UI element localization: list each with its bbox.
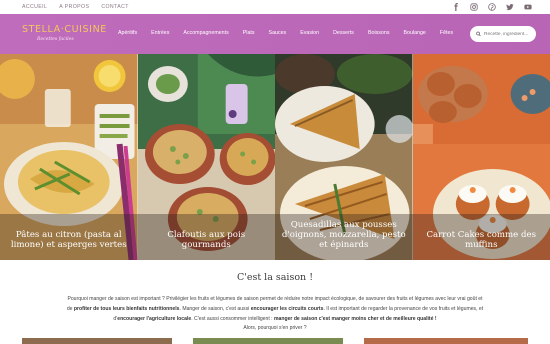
menu-item-evasion[interactable]: Evasion <box>300 30 319 36</box>
main-navigation: STELLA·CUISINE Recettes faciles Apéritif… <box>0 14 550 54</box>
search-box[interactable] <box>470 26 536 42</box>
site-logo[interactable]: STELLA·CUISINE Recettes faciles <box>22 24 107 42</box>
menu-item-entrees[interactable]: Entrées <box>151 30 169 36</box>
saison-paragraph-4: Alors, pourquoi s'en priver ? <box>243 325 307 331</box>
saison-paragraph-1: Pourquoi manger de saison est important … <box>67 296 483 302</box>
menu-item-boulange[interactable]: Boulange <box>403 30 425 36</box>
twitter-icon[interactable] <box>506 3 514 11</box>
main-menu: Apéritifs Entrées Accompagnements Plats … <box>118 30 467 36</box>
instagram-icon[interactable] <box>470 3 478 11</box>
top-utility-bar: ACCUEIL A PROPOS CONTACT <box>0 0 550 14</box>
recipe-card-title: Carrot Cakes comme des muffins <box>426 230 536 250</box>
top-link-contact[interactable]: CONTACT <box>101 4 129 10</box>
logo-subtitle: Recettes faciles <box>37 37 74 42</box>
search-icon <box>476 31 481 37</box>
social-links <box>452 3 532 11</box>
logo-title: STELLA·CUISINE <box>22 24 107 35</box>
season-image-1[interactable] <box>22 338 172 344</box>
menu-item-desserts[interactable]: Desserts <box>333 30 354 36</box>
season-image-3[interactable] <box>364 338 528 344</box>
recipe-card-carrot-cakes[interactable]: Carrot Cakes comme des muffins <box>412 54 550 260</box>
menu-item-sauces[interactable]: Sauces <box>269 30 287 36</box>
facebook-icon[interactable] <box>452 3 460 11</box>
menu-item-plats[interactable]: Plats <box>243 30 255 36</box>
recipe-card-title: Pâtes au citron (pasta al limone) et asp… <box>10 230 127 250</box>
section-title-saison: C'est la saison ! <box>236 272 314 283</box>
recipe-card-title: Quesadillas aux pousses d'oignons, mozza… <box>281 220 406 250</box>
top-link-accueil[interactable]: ACCUEIL <box>22 4 47 10</box>
recipe-card-pates-citron[interactable]: Pâtes au citron (pasta al limone) et asp… <box>0 54 138 260</box>
top-link-a-propos[interactable]: A PROPOS <box>59 4 89 10</box>
menu-item-boissons[interactable]: Boissons <box>368 30 390 36</box>
pinterest-icon[interactable] <box>488 3 496 11</box>
recipe-card-title: Clafoutis aux pois gourmands <box>167 230 246 250</box>
recipe-card-clafoutis[interactable]: Clafoutis aux pois gourmands <box>137 54 275 260</box>
saison-paragraph-2: de profiter de tous leurs bienfaits nutr… <box>66 306 484 312</box>
search-input[interactable] <box>484 31 536 37</box>
menu-item-accompagnements[interactable]: Accompagnements <box>183 30 228 36</box>
menu-item-aperitifs[interactable]: Apéritifs <box>118 30 137 36</box>
saison-paragraph-3: d'encourager l'agriculture locale. C'est… <box>113 316 437 322</box>
season-image-2[interactable] <box>193 338 343 344</box>
top-links: ACCUEIL A PROPOS CONTACT <box>22 4 129 10</box>
recipe-card-quesadillas[interactable]: Quesadillas aux pousses d'oignons, mozza… <box>275 54 413 260</box>
menu-item-fetes[interactable]: Fêtes <box>440 30 453 36</box>
featured-recipes: Pâtes au citron (pasta al limone) et asp… <box>0 54 550 260</box>
youtube-icon[interactable] <box>524 3 532 11</box>
